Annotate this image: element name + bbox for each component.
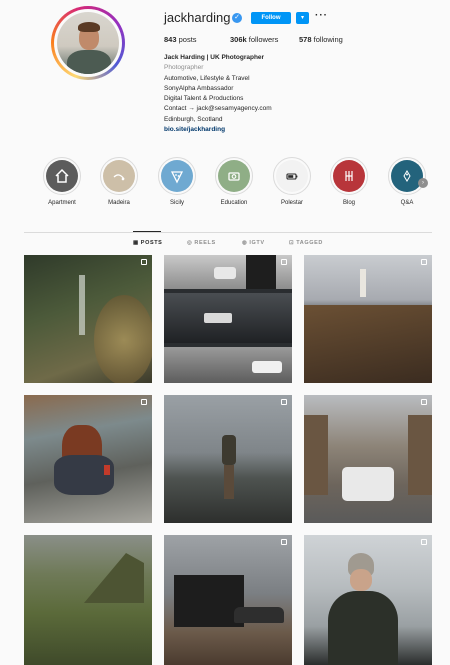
more-horizontal-icon[interactable]: ··· xyxy=(315,10,328,21)
highlight-label: Education xyxy=(220,200,248,206)
tab-posts[interactable]: ▦ POSTS xyxy=(133,240,162,246)
followers-stat[interactable]: 306k followers xyxy=(230,35,299,44)
tab-tagged[interactable]: ⊡ TAGGED xyxy=(289,240,323,246)
profile-header: jackharding ✓ Follow ▾ ··· 843 posts 306… xyxy=(0,0,450,140)
post-tile[interactable] xyxy=(164,535,292,665)
highlight-sicily[interactable]: Sicily xyxy=(149,157,205,206)
highlight-polestar[interactable]: Polestar xyxy=(264,157,320,206)
highlight-label: Q&A xyxy=(400,200,414,206)
bio-category: Photographer xyxy=(164,64,204,72)
multi-post-icon xyxy=(421,259,427,265)
post-tile[interactable] xyxy=(24,395,152,523)
post-tile[interactable] xyxy=(304,535,432,665)
active-tab-indicator xyxy=(133,231,161,232)
bio-line: Edinburgh, Scotland xyxy=(164,115,223,123)
follow-button[interactable]: Follow xyxy=(251,12,291,24)
camera-icon xyxy=(218,160,250,192)
bio-line: Contact → jack@sesamyagency.com xyxy=(164,105,272,113)
story-highlights: Apartment Madeira Sicily Education Poles… xyxy=(0,157,450,212)
road-icon xyxy=(103,160,135,192)
multi-post-icon xyxy=(421,539,427,545)
post-tile[interactable] xyxy=(164,255,292,383)
post-tile[interactable] xyxy=(304,255,432,383)
avatar-photo xyxy=(57,12,119,74)
posts-grid xyxy=(24,255,432,665)
following-stat[interactable]: 578 following xyxy=(299,35,343,44)
highlight-label: Blog xyxy=(342,200,355,206)
pizza-icon xyxy=(161,160,193,192)
grid-icon: ▦ xyxy=(133,240,139,246)
blog-icon xyxy=(333,160,365,192)
profile-stats: 843 posts 306k followers 578 following xyxy=(164,35,343,44)
profile-username: jackharding xyxy=(164,10,231,25)
tag-icon: ⊡ xyxy=(289,240,295,246)
tabs-divider xyxy=(24,232,432,233)
post-tile[interactable] xyxy=(304,395,432,523)
highlight-blog[interactable]: Blog xyxy=(321,157,377,206)
reels-icon: ◎ xyxy=(187,240,193,246)
highlight-label: Polestar xyxy=(280,200,303,206)
profile-avatar[interactable] xyxy=(51,6,125,80)
highlight-madeira[interactable]: Madeira xyxy=(91,157,147,206)
highlight-label: Apartment xyxy=(48,200,76,206)
bio-line: SonyAlpha Ambassador xyxy=(164,84,234,92)
profile-bio: Jack Harding | UK Photographer Photograp… xyxy=(164,53,272,135)
chevron-down-icon[interactable]: ▾ xyxy=(296,12,309,24)
chevron-right-icon[interactable]: › xyxy=(418,178,428,188)
multi-post-icon xyxy=(421,399,427,405)
multi-post-icon xyxy=(141,399,147,405)
multi-post-icon xyxy=(281,539,287,545)
highlight-education[interactable]: Education xyxy=(206,157,262,206)
question-icon xyxy=(391,160,423,192)
multi-post-icon xyxy=(281,399,287,405)
post-tile[interactable] xyxy=(24,255,152,383)
profile-tabs: ▦ POSTS ◎ REELS ◍ IGTV ⊡ TAGGED xyxy=(0,240,450,250)
multi-post-icon xyxy=(281,259,287,265)
highlight-apartment[interactable]: Apartment xyxy=(34,157,90,206)
post-tile[interactable] xyxy=(24,535,152,665)
highlight-label: Sicily xyxy=(169,200,184,206)
tab-reels[interactable]: ◎ REELS xyxy=(187,240,216,246)
bio-link[interactable]: bio.site/jackharding xyxy=(164,125,272,135)
post-tile[interactable] xyxy=(164,395,292,523)
battery-icon xyxy=(276,160,308,192)
igtv-icon: ◍ xyxy=(242,240,248,246)
highlight-label: Madeira xyxy=(108,200,130,206)
tab-igtv[interactable]: ◍ IGTV xyxy=(242,240,265,246)
bio-line: Automotive, Lifestyle & Travel xyxy=(164,74,250,82)
house-icon xyxy=(46,160,78,192)
bio-name: Jack Harding | UK Photographer xyxy=(164,54,265,61)
bio-line: Digital Talent & Productions xyxy=(164,95,244,103)
multi-post-icon xyxy=(141,259,147,265)
posts-stat: 843 posts xyxy=(164,35,197,44)
verified-badge-icon: ✓ xyxy=(232,13,242,23)
